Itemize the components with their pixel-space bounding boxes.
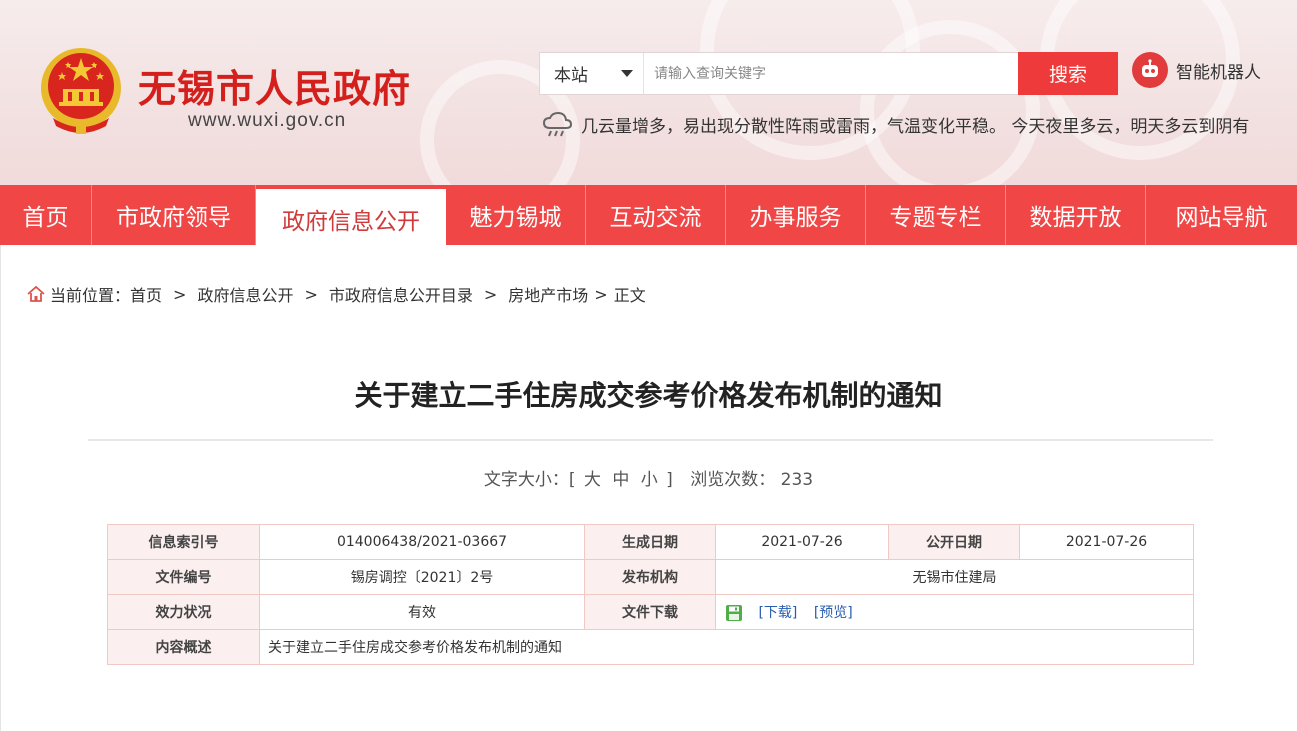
nav-item-leaders[interactable]: 市政府领导 bbox=[92, 185, 256, 245]
published-label: 公开日期 bbox=[888, 524, 1020, 560]
site-header: 无锡市人民政府 www.wuxi.gov.cn 本站 搜索 智能机器人 bbox=[0, 0, 1297, 185]
index-no-label: 信息索引号 bbox=[107, 524, 260, 560]
info-table: 信息索引号 014006438/2021-03667 生成日期 2021-07-… bbox=[107, 524, 1194, 665]
font-size-small[interactable]: 小 bbox=[641, 470, 658, 490]
download-label: 文件下载 bbox=[584, 594, 716, 630]
robot-icon bbox=[1132, 52, 1168, 88]
nav-item-topics[interactable]: 专题专栏 bbox=[866, 185, 1006, 245]
search-scope-select[interactable]: 本站 bbox=[540, 53, 644, 94]
font-size-large[interactable]: 大 bbox=[584, 470, 601, 490]
breadcrumb-separator: > bbox=[594, 284, 608, 304]
search-input[interactable] bbox=[644, 53, 1018, 94]
article-meta: 文字大小：[ 大 中 小 ] 浏览次数： 233 bbox=[0, 465, 1297, 490]
font-size-medium[interactable]: 中 bbox=[612, 470, 629, 490]
chevron-down-icon bbox=[621, 70, 633, 77]
breadcrumb-home[interactable]: 首页 bbox=[130, 282, 162, 306]
summary-value: 关于建立二手住房成交参考价格发布机制的通知 bbox=[259, 629, 1194, 665]
font-size-label: 文字大小：[ bbox=[483, 470, 576, 490]
nav-item-open-data[interactable]: 数据开放 bbox=[1006, 185, 1146, 245]
smart-robot-link[interactable]: 智能机器人 bbox=[1132, 52, 1261, 88]
breadcrumb-separator: > bbox=[483, 284, 498, 304]
search-scope-value: 本站 bbox=[554, 66, 588, 86]
download-link[interactable]: [下载] bbox=[758, 605, 797, 621]
preview-link[interactable]: [预览] bbox=[814, 605, 853, 621]
download-cell: [下载] [预览] bbox=[715, 594, 1194, 630]
index-no-value: 014006438/2021-03667 bbox=[259, 524, 585, 560]
breadcrumb-separator: > bbox=[304, 284, 318, 304]
article-title: 关于建立二手住房成交参考价格发布机制的通知 bbox=[354, 379, 943, 412]
breadcrumb-real-estate[interactable]: 房地产市场 bbox=[508, 282, 588, 306]
file-save-icon bbox=[726, 604, 742, 621]
breadcrumb-prefix: 当前位置： bbox=[50, 286, 131, 305]
font-size-close: ] bbox=[666, 470, 673, 490]
breadcrumb-current: 正文 bbox=[613, 286, 646, 305]
breadcrumb-catalog[interactable]: 市政府信息公开目录 bbox=[329, 282, 473, 306]
national-emblem-icon[interactable] bbox=[38, 44, 124, 136]
status-label: 效力状况 bbox=[107, 594, 260, 630]
search-bar: 本站 搜索 bbox=[539, 52, 1118, 95]
cloud-rain-icon bbox=[542, 111, 573, 137]
table-row: 效力状况 有效 文件下载 [下载] [预览] bbox=[107, 594, 1194, 630]
table-row: 信息索引号 014006438/2021-03667 生成日期 2021-07-… bbox=[107, 524, 1194, 560]
created-value: 2021-07-26 bbox=[715, 524, 889, 560]
nav-item-interaction[interactable]: 互动交流 bbox=[586, 185, 726, 245]
nav-item-info-disclosure[interactable]: 政府信息公开 bbox=[256, 189, 446, 249]
summary-label: 内容概述 bbox=[107, 629, 260, 665]
nav-item-sitemap[interactable]: 网站导航 bbox=[1146, 185, 1297, 245]
main-nav: 首页 市政府领导 政府信息公开 魅力锡城 互动交流 办事服务 专题专栏 数据开放… bbox=[0, 185, 1297, 249]
table-row: 文件编号 锡房调控〔2021〕2号 发布机构 无锡市住建局 bbox=[107, 559, 1194, 595]
views-count: 233 bbox=[780, 470, 814, 490]
issuer-label: 发布机构 bbox=[584, 559, 716, 595]
doc-no-label: 文件编号 bbox=[107, 559, 260, 595]
created-label: 生成日期 bbox=[584, 524, 716, 560]
doc-no-value: 锡房调控〔2021〕2号 bbox=[259, 559, 585, 595]
issuer-value: 无锡市住建局 bbox=[715, 559, 1194, 595]
title-divider bbox=[88, 439, 1213, 441]
site-name[interactable]: 无锡市人民政府 bbox=[138, 58, 411, 113]
breadcrumb: 当前位置： 首页 > 政府信息公开 > 市政府信息公开目录 > 房地产市场 > … bbox=[26, 282, 646, 306]
site-url: www.wuxi.gov.cn bbox=[188, 110, 347, 131]
weather-ticker: 几云量增多，易出现分散性阵雨或雷雨，气温变化平稳。 今天夜里多云，明天多云到阴有 bbox=[541, 110, 1266, 138]
robot-label: 智能机器人 bbox=[1176, 62, 1261, 83]
weather-text: 几云量增多，易出现分散性阵雨或雷雨，气温变化平稳。 今天夜里多云，明天多云到阴有 bbox=[581, 116, 1250, 137]
table-row: 内容概述 关于建立二手住房成交参考价格发布机制的通知 bbox=[107, 629, 1194, 665]
nav-item-home[interactable]: 首页 bbox=[0, 185, 92, 245]
published-value: 2021-07-26 bbox=[1019, 524, 1194, 560]
breadcrumb-separator: > bbox=[173, 284, 187, 304]
nav-item-charm-city[interactable]: 魅力锡城 bbox=[446, 185, 586, 245]
status-value: 有效 bbox=[259, 594, 585, 630]
breadcrumb-info-disclosure[interactable]: 政府信息公开 bbox=[197, 282, 293, 306]
home-icon bbox=[27, 285, 45, 302]
search-button[interactable]: 搜索 bbox=[1018, 52, 1118, 95]
views-label: 浏览次数： bbox=[690, 470, 776, 490]
header-decoration bbox=[860, 20, 1040, 185]
nav-item-services[interactable]: 办事服务 bbox=[726, 185, 866, 245]
